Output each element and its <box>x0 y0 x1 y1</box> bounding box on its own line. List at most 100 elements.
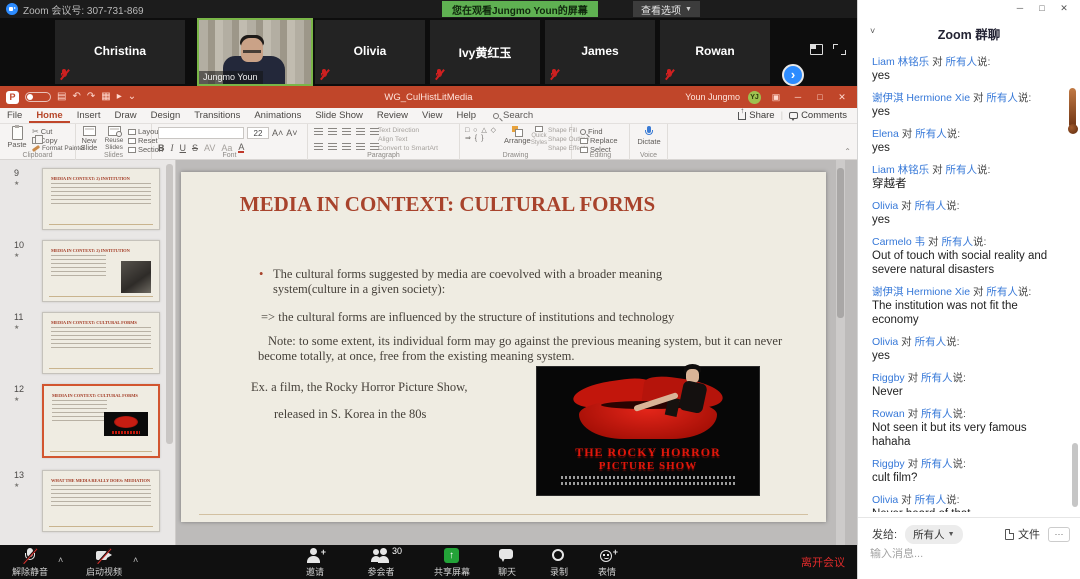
tab-transitions[interactable]: Transitions <box>187 108 247 123</box>
leave-meeting-button[interactable]: 离开会议 <box>801 545 845 579</box>
scroll-indicator-knob[interactable] <box>1068 124 1078 134</box>
slide-canvas[interactable]: MEDIA IN CONTEXT: CULTURAL FORMS The cul… <box>181 172 826 522</box>
reactions-button[interactable]: + 表情 <box>588 548 626 578</box>
thumbnail-title: MEDIA IN CONTEXT: 2) INSTITUTION <box>51 176 151 181</box>
numbering-icon[interactable] <box>328 128 337 136</box>
fullscreen-icon[interactable] <box>833 44 846 55</box>
tab-file[interactable]: File <box>0 108 29 123</box>
font-name-input[interactable] <box>158 127 244 139</box>
chat-scrollbar[interactable] <box>1072 443 1078 507</box>
unmute-label: 解除静音 <box>6 565 54 578</box>
participant-tile[interactable]: Olivia <box>315 20 425 84</box>
smartart-button[interactable]: Convert to SmartArt <box>378 145 438 152</box>
tab-view[interactable]: View <box>415 108 449 123</box>
video-options-chevron[interactable]: ˄ <box>133 555 138 565</box>
invite-button[interactable]: + 邀请 <box>294 548 336 578</box>
mic-options-chevron[interactable]: ˄ <box>58 555 63 565</box>
message-sender: Olivia <box>872 336 898 348</box>
chat-message-input[interactable] <box>870 548 1050 560</box>
ppt-close-icon[interactable]: ✕ <box>835 92 849 103</box>
gallery-view-icon[interactable] <box>810 44 823 55</box>
chat-message-list[interactable]: Liam 林铭乐 对 所有人说: yes 谢伊淇 Hermione Xie 对 … <box>872 56 1064 512</box>
participant-tile[interactable]: Rowan <box>660 20 770 84</box>
participant-tile[interactable]: James <box>545 20 655 84</box>
start-video-button[interactable]: 启动视频 <box>80 548 128 578</box>
align-text-button[interactable]: Align Text <box>378 136 407 143</box>
align-left-icon[interactable] <box>314 143 323 151</box>
dictate-button[interactable]: Dictate <box>634 126 664 145</box>
paste-button[interactable]: Paste <box>2 126 32 148</box>
view-options-button[interactable]: 查看选项▼ <box>633 1 700 17</box>
chat-button[interactable]: 聊天 <box>488 548 526 578</box>
ppt-minimize-icon[interactable]: ─ <box>791 92 805 102</box>
account-avatar[interactable]: YJ <box>748 91 761 104</box>
arrange-label: Arrange <box>504 137 530 144</box>
shapes-gallery[interactable]: □ ○ △ ◇ ⇒ { } <box>465 127 505 143</box>
animation-star-icon: ★ <box>14 324 19 331</box>
record-button[interactable]: 录制 <box>540 548 578 578</box>
to-label: 对 <box>898 494 914 506</box>
camera-off-icon <box>95 548 113 564</box>
slide-thumbnail-13[interactable]: WHAT THE MEDIA REALLY DOES: MEDIATION <box>42 470 160 532</box>
to-label: 对 <box>898 336 914 348</box>
find-button[interactable]: Find <box>580 127 603 136</box>
slide-thumbnail-11[interactable]: MEDIA IN CONTEXT: CULTURAL FORMS <box>42 312 160 374</box>
message-sender: Liam 林铭乐 <box>872 56 929 68</box>
participants-button[interactable]: 30 参会者 <box>358 548 404 578</box>
chat-maximize-icon[interactable]: □ <box>1034 3 1050 13</box>
tab-home[interactable]: Home <box>29 108 69 123</box>
editor-scrollbar[interactable] <box>836 160 845 545</box>
tab-design[interactable]: Design <box>144 108 188 123</box>
align-right-icon[interactable] <box>342 143 351 151</box>
tab-review[interactable]: Review <box>370 108 415 123</box>
indent-increase-icon[interactable] <box>356 128 365 136</box>
font-size-input[interactable]: 22 <box>247 127 269 139</box>
replace-button[interactable]: Replace <box>580 136 618 145</box>
send-to-dropdown[interactable]: 所有人▼ <box>905 525 962 544</box>
zoom-bottom-toolbar: 解除静音 ˄ 启动视频 ˄ + 邀请 30 参会者 ↑ 共享屏幕 聊天 录制 + <box>0 545 857 579</box>
copy-button[interactable]: Copy <box>32 136 58 145</box>
justify-icon[interactable] <box>356 143 365 151</box>
grow-font-icon[interactable]: A˄ <box>272 128 283 138</box>
to-label: 对 <box>970 92 986 104</box>
slide-thumbnail-9[interactable]: MEDIA IN CONTEXT: 2) INSTITUTION <box>42 168 160 230</box>
share-button[interactable]: Share <box>738 110 774 121</box>
record-icon <box>550 548 568 564</box>
thumbnail-scrollbar[interactable] <box>166 164 173 444</box>
chat-close-icon[interactable]: ✕ <box>1056 3 1072 14</box>
bullets-icon[interactable] <box>314 128 323 136</box>
tab-animations[interactable]: Animations <box>247 108 308 123</box>
new-slide-button[interactable]: New Slide <box>76 126 102 151</box>
participant-tile[interactable]: Christina <box>55 20 185 84</box>
tab-slide-show[interactable]: Slide Show <box>308 108 370 123</box>
share-screen-button[interactable]: ↑ 共享屏幕 <box>426 548 478 578</box>
scroll-indicator[interactable] <box>1069 88 1076 128</box>
ppt-maximize-icon[interactable]: □ <box>813 92 827 102</box>
align-center-icon[interactable] <box>328 143 337 151</box>
indent-decrease-icon[interactable] <box>342 128 351 136</box>
tab-help[interactable]: Help <box>449 108 483 123</box>
tab-insert[interactable]: Insert <box>70 108 108 123</box>
ribbon-display-icon[interactable]: ▣ <box>769 92 783 103</box>
quick-styles-button[interactable]: Quick Styles <box>528 126 550 147</box>
shrink-font-icon[interactable]: A˅ <box>286 128 297 138</box>
participant-video-strip: Christina Jungmo Youn Olivia Ivy黄红玉 Jame… <box>0 18 857 86</box>
chat-more-button[interactable]: ··· <box>1048 527 1070 542</box>
slide-thumbnail-12-selected[interactable]: MEDIA IN CONTEXT: CULTURAL FORMS <box>42 384 160 458</box>
tab-draw[interactable]: Draw <box>107 108 143 123</box>
participant-video-tile[interactable]: Jungmo Youn <box>197 18 313 86</box>
file-button[interactable]: 文件 <box>1005 526 1040 542</box>
reuse-slides-icon <box>108 126 121 136</box>
arrange-button[interactable]: Arrange <box>504 126 530 144</box>
ribbon-search[interactable]: Search <box>493 110 533 121</box>
next-participants-button[interactable]: › <box>782 64 804 86</box>
chat-minimize-icon[interactable]: ─ <box>1012 3 1028 13</box>
text-direction-button[interactable]: Text Direction <box>378 127 419 134</box>
participant-tile[interactable]: Ivy黄红玉 <box>430 20 540 84</box>
comments-button[interactable]: Comments <box>789 110 847 121</box>
slide-thumbnail-10[interactable]: MEDIA IN CONTEXT: 2) INSTITUTION <box>42 240 160 302</box>
unmute-button[interactable]: 解除静音 <box>6 548 54 578</box>
reuse-slides-button[interactable]: Reuse Slides <box>100 126 128 151</box>
reactions-label: 表情 <box>588 565 626 578</box>
collapse-ribbon-icon[interactable]: ⌃ <box>844 147 851 156</box>
